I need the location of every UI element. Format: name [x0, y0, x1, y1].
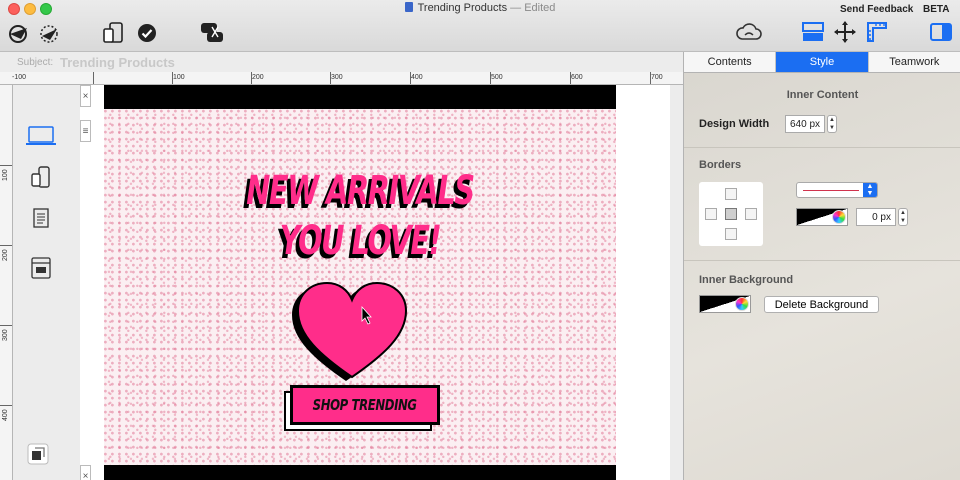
- ruler-label: 300: [331, 74, 343, 81]
- ruler-label: 200: [2, 249, 9, 261]
- send-feedback-link[interactable]: Send Feedback: [840, 4, 913, 15]
- bottom-bar: [104, 465, 616, 480]
- ruler-label: 500: [491, 74, 503, 81]
- heart-graphic[interactable]: [290, 277, 420, 381]
- border-left-toggle[interactable]: [705, 208, 717, 220]
- inspector-tabs: Contents Style Teamwork: [684, 52, 960, 73]
- design-width-field[interactable]: 640 px: [785, 115, 825, 133]
- cta-block: SHOP TRENDING: [284, 385, 440, 431]
- desktop-preview-icon[interactable]: [24, 121, 58, 151]
- background-color-well[interactable]: [699, 295, 751, 313]
- chevron-updown-icon: ▲ ▼: [863, 183, 877, 197]
- subject-bar: Subject:: [0, 52, 683, 72]
- inner-background-title: Inner Background: [699, 274, 794, 286]
- headline-line-1[interactable]: NEW ARRIVALS: [176, 171, 545, 211]
- headline-line-2[interactable]: YOU LOVE!: [176, 221, 545, 261]
- border-color-well[interactable]: [796, 208, 848, 226]
- ruler-label: 100: [2, 169, 9, 181]
- chat-icon[interactable]: [198, 20, 226, 46]
- ruler-label: 400: [2, 409, 9, 421]
- device-preview-rail: [13, 85, 67, 480]
- ruler-label: 200: [252, 74, 264, 81]
- drag-handle-icon[interactable]: ≡: [80, 120, 91, 142]
- border-width-field[interactable]: 0 px: [856, 208, 896, 226]
- inner-content-title: Inner Content: [786, 89, 859, 101]
- ruler-label: 100: [173, 74, 185, 81]
- beta-badge: BETA: [923, 4, 950, 15]
- subject-label: Subject:: [17, 57, 54, 68]
- ruler-icon[interactable]: [864, 20, 890, 44]
- send-icon[interactable]: [6, 22, 32, 44]
- ruler-label: -100: [12, 74, 27, 81]
- border-bottom-toggle[interactable]: [725, 228, 737, 240]
- inbox-preview-icon[interactable]: [24, 253, 58, 283]
- border-style-popup[interactable]: ▲ ▼: [796, 182, 878, 198]
- tab-style[interactable]: Style: [776, 52, 869, 72]
- horizontal-ruler: -100 100 200 300 400 500 600 700: [0, 72, 683, 85]
- design-width-label: Design Width: [699, 118, 770, 130]
- borders-title: Borders: [699, 159, 742, 171]
- window-title: Trending Products — Edited: [0, 2, 960, 14]
- document-icon: [404, 2, 413, 12]
- shop-trending-button[interactable]: SHOP TRENDING: [290, 385, 440, 425]
- inspector-panel: Contents Style Teamwork Inner Content De…: [683, 52, 960, 480]
- mobile-preview-icon[interactable]: [24, 163, 58, 193]
- tab-teamwork[interactable]: Teamwork: [868, 52, 960, 72]
- top-bar: [104, 85, 616, 109]
- ruler-label: 300: [2, 329, 9, 341]
- email-canvas: × ≡ × NEW ARRIVALS YOU LOVE! SHOP TRENDI…: [80, 85, 670, 480]
- border-right-toggle[interactable]: [745, 208, 757, 220]
- border-sides-picker: [699, 182, 763, 246]
- hero-block[interactable]: NEW ARRIVALS YOU LOVE! SHOP TRENDING: [104, 109, 616, 465]
- sidebar-icon[interactable]: [928, 20, 954, 44]
- color-wheel-icon: [832, 210, 846, 224]
- vertical-ruler: 100 200 300 400: [0, 85, 13, 480]
- layout-icon[interactable]: [800, 20, 826, 44]
- speed-icon[interactable]: [36, 22, 62, 44]
- close-block-icon[interactable]: ×: [80, 465, 91, 480]
- border-all-toggle[interactable]: [725, 208, 737, 220]
- border-top-toggle[interactable]: [725, 188, 737, 200]
- ruler-label: 400: [411, 74, 423, 81]
- design-width-stepper[interactable]: ▲ ▼: [827, 115, 837, 133]
- ruler-label: 700: [651, 74, 663, 81]
- collapse-icon[interactable]: [21, 439, 55, 469]
- cloud-icon[interactable]: [734, 20, 764, 44]
- check-icon[interactable]: [136, 22, 158, 44]
- color-wheel-icon: [735, 297, 749, 311]
- close-block-icon[interactable]: ×: [80, 85, 91, 107]
- delete-background-button[interactable]: Delete Background: [764, 296, 879, 313]
- move-icon[interactable]: [832, 20, 858, 44]
- ruler-label: 600: [571, 74, 583, 81]
- devices-icon[interactable]: [100, 20, 128, 46]
- subject-input[interactable]: [60, 54, 260, 70]
- tab-contents[interactable]: Contents: [684, 52, 777, 72]
- border-width-stepper[interactable]: ▲ ▼: [898, 208, 908, 226]
- title-bar: Trending Products — Edited Send Feedback…: [0, 0, 960, 52]
- canvas-workspace: × ≡ × NEW ARRIVALS YOU LOVE! SHOP TRENDI…: [67, 85, 683, 480]
- text-preview-icon[interactable]: [24, 203, 58, 233]
